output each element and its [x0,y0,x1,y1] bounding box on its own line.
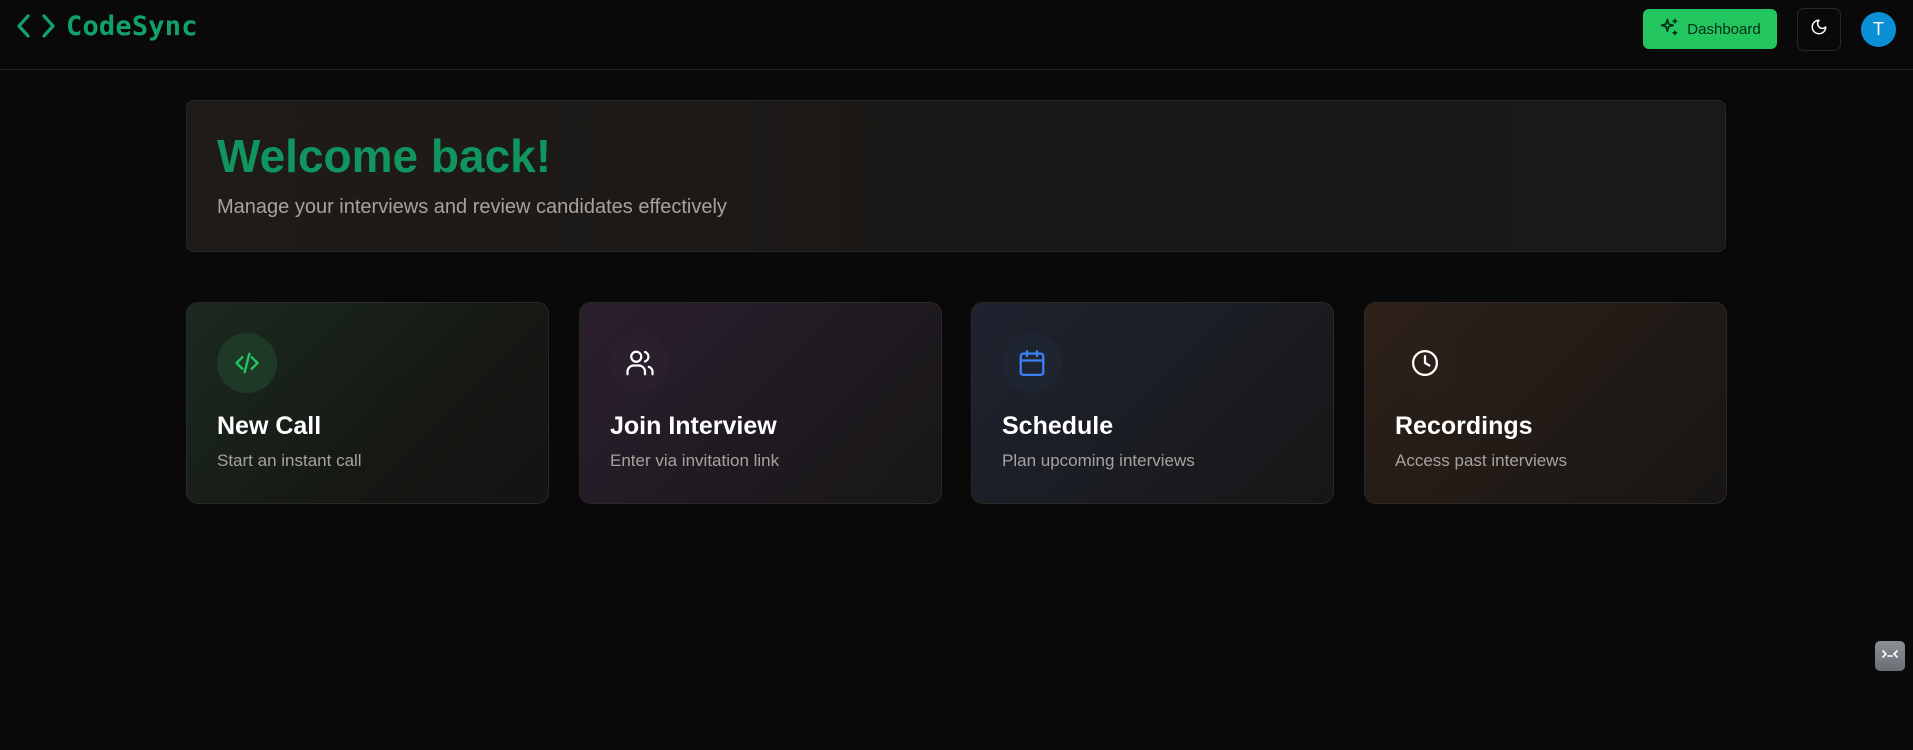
recordings-card[interactable]: Recordings Access past interviews [1364,302,1727,504]
card-subtitle: Enter via invitation link [610,451,780,470]
user-avatar[interactable]: T [1861,12,1896,47]
avatar-initial: T [1873,19,1884,39]
code-icon [217,333,277,393]
brand-name: CodeSync [66,10,198,42]
sparkles-icon [1659,17,1679,41]
terminal-icon [1880,647,1900,666]
users-icon [610,333,670,393]
brand-logo-link[interactable]: CodeSync [16,10,198,42]
moon-icon [1810,18,1828,41]
floating-widget-button[interactable] [1875,641,1905,671]
card-subtitle: Access past interviews [1395,451,1567,470]
calendar-icon [1002,333,1062,393]
welcome-title: Welcome back! [217,130,552,182]
dashboard-label: Dashboard [1687,20,1761,38]
dashboard-button[interactable]: Dashboard [1643,9,1777,49]
welcome-subtitle: Manage your interviews and review candid… [217,196,727,218]
card-title: Join Interview [610,412,777,440]
new-call-card[interactable]: New Call Start an instant call [186,302,549,504]
card-subtitle: Plan upcoming interviews [1002,451,1195,470]
card-title: New Call [217,412,322,440]
top-navbar: CodeSync Dashboard T [0,0,1913,70]
code-brackets-icon [16,10,56,42]
card-subtitle: Start an instant call [217,451,362,470]
card-title: Recordings [1395,412,1533,440]
join-interview-card[interactable]: Join Interview Enter via invitation link [579,302,942,504]
clock-icon [1395,333,1455,393]
card-title: Schedule [1002,412,1114,440]
schedule-card[interactable]: Schedule Plan upcoming interviews [971,302,1334,504]
welcome-banner: Welcome back! Manage your interviews and… [186,100,1726,252]
theme-toggle-button[interactable] [1797,8,1841,51]
